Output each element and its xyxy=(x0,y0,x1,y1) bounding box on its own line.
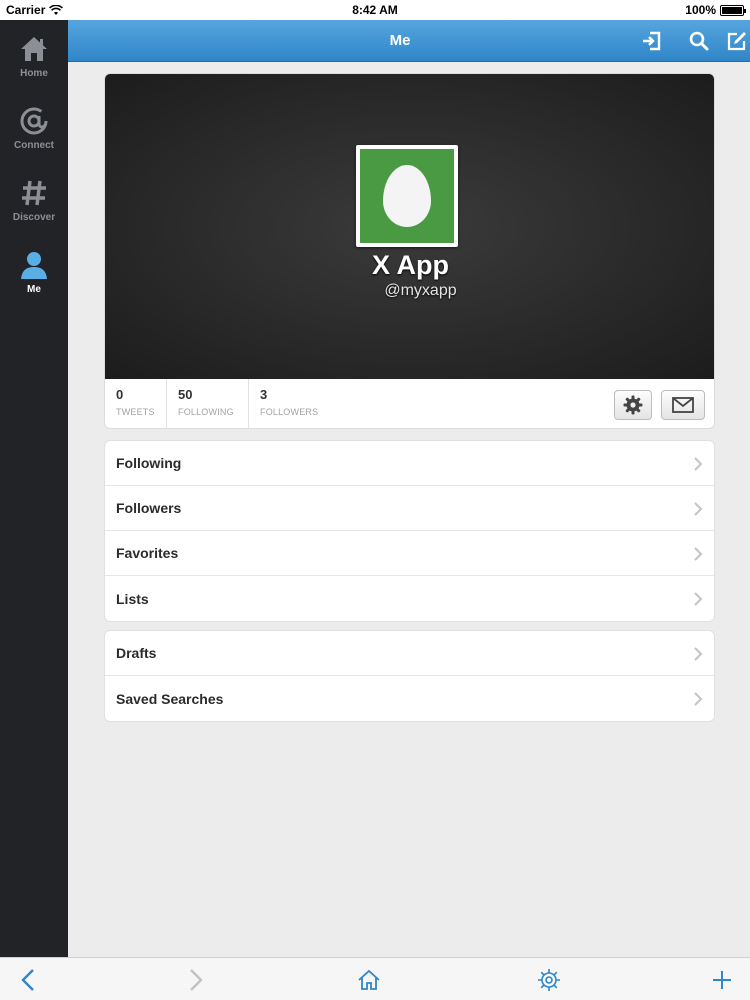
chevron-right-icon xyxy=(694,692,703,706)
sidebar-item-home[interactable]: Home xyxy=(0,20,68,92)
list-item-favorites[interactable]: Favorites xyxy=(105,531,714,576)
status-bar: Carrier 8:42 AM 100% xyxy=(0,0,750,20)
profile-name: X App xyxy=(372,250,449,280)
chevron-right-icon xyxy=(694,502,703,516)
list-item-label: Following xyxy=(116,455,182,471)
plus-icon xyxy=(713,971,731,989)
list-item-label: Saved Searches xyxy=(116,690,224,707)
settings-button[interactable] xyxy=(614,390,652,420)
bottom-toolbar xyxy=(0,957,750,1000)
stat-followers[interactable]: 3 FOLLOWERS xyxy=(249,379,349,428)
profile-menu-primary: Following Followers Favorites Lists xyxy=(104,440,715,622)
chevron-right-icon xyxy=(694,457,703,471)
stat-value: 0 xyxy=(116,387,124,402)
settings-toolbar-button[interactable] xyxy=(535,966,563,994)
compose-button[interactable] xyxy=(726,30,748,52)
list-item-following[interactable]: Following xyxy=(105,441,714,486)
stat-label: TWEETS xyxy=(116,407,155,417)
stat-following[interactable]: 50 FOLLOWING xyxy=(167,379,249,428)
list-item-label: Followers xyxy=(116,500,182,516)
home-icon xyxy=(18,33,50,65)
page-title: Me xyxy=(389,32,411,49)
chevron-right-icon xyxy=(694,647,703,661)
add-button[interactable] xyxy=(708,966,736,994)
hash-icon xyxy=(18,177,50,209)
profile-menu-secondary: Drafts Saved Searches xyxy=(104,630,715,722)
home-icon xyxy=(358,969,380,990)
sidebar-item-label: Connect xyxy=(14,140,54,151)
stat-label: FOLLOWING xyxy=(178,407,234,417)
list-item-saved-searches[interactable]: Saved Searches xyxy=(105,676,714,721)
sign-out-button[interactable] xyxy=(640,30,662,52)
stat-tweets[interactable]: 0 TWEETS xyxy=(105,379,167,428)
profile-handle: @myxapp xyxy=(384,282,457,299)
sidebar-item-discover[interactable]: Discover xyxy=(0,164,68,236)
profile-card: X App @myxapp 0 TWEETS 50 FOLLOWING 3 FO… xyxy=(104,73,715,429)
back-icon xyxy=(21,969,34,991)
stat-value: 3 xyxy=(260,387,268,402)
list-item-label: Drafts xyxy=(116,645,157,661)
stat-label: FOLLOWERS xyxy=(260,407,319,417)
list-item-followers[interactable]: Followers xyxy=(105,486,714,531)
chevron-right-icon xyxy=(694,547,703,561)
at-icon xyxy=(18,105,50,137)
sidebar-item-label: Discover xyxy=(12,212,56,223)
person-icon xyxy=(18,249,50,281)
stat-value: 50 xyxy=(178,387,193,402)
forward-button[interactable] xyxy=(182,966,210,994)
gear-icon xyxy=(623,395,643,415)
sidebar-item-connect[interactable]: Connect xyxy=(0,92,68,164)
search-icon xyxy=(689,31,709,51)
avatar[interactable] xyxy=(356,145,458,247)
envelope-icon xyxy=(672,397,694,413)
back-button[interactable] xyxy=(14,966,42,994)
search-button[interactable] xyxy=(688,30,710,52)
battery-percent: 100% xyxy=(685,3,716,17)
battery-indicator: 100% xyxy=(685,3,746,17)
sign-out-icon xyxy=(643,31,661,51)
sidebar-item-label: Me xyxy=(27,284,41,295)
content-area: X App @myxapp 0 TWEETS 50 FOLLOWING 3 FO… xyxy=(68,62,750,957)
list-item-label: Favorites xyxy=(116,545,179,561)
forward-icon xyxy=(190,969,203,991)
clock: 8:42 AM xyxy=(352,3,398,17)
sidebar-item-label: Home xyxy=(20,68,48,79)
sidebar: Home Connect Discover Me xyxy=(0,20,68,957)
chevron-right-icon xyxy=(694,592,703,606)
list-item-label: Lists xyxy=(116,590,149,607)
profile-banner: X App @myxapp xyxy=(105,74,714,379)
battery-icon xyxy=(720,4,746,16)
list-item-lists[interactable]: Lists xyxy=(105,576,714,621)
home-button[interactable] xyxy=(355,966,383,994)
message-button[interactable] xyxy=(661,390,705,420)
list-item-drafts[interactable]: Drafts xyxy=(105,631,714,676)
egg-icon xyxy=(360,149,454,243)
compose-icon xyxy=(727,32,746,51)
settings-icon xyxy=(538,969,560,991)
sidebar-item-me[interactable]: Me xyxy=(0,236,68,308)
navigation-bar: Me xyxy=(68,20,750,62)
